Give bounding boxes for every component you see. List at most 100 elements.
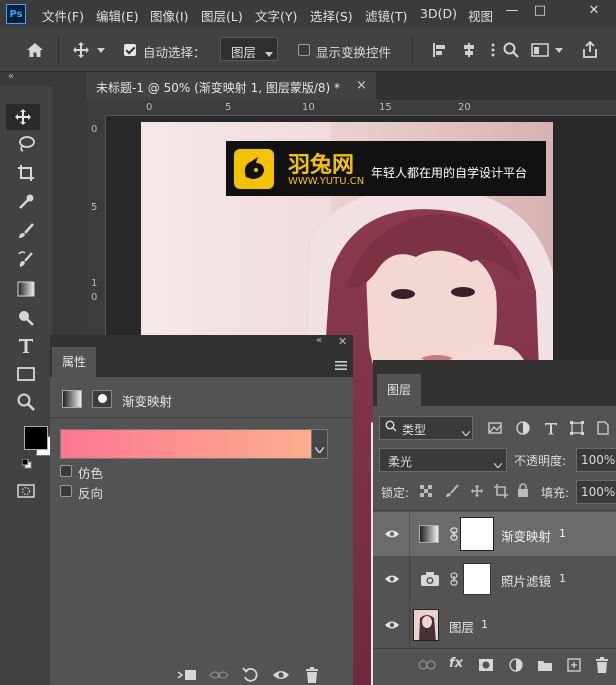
link-layers-icon[interactable] [417, 658, 437, 672]
align-center-icon[interactable] [460, 40, 478, 60]
reverse-checkbox[interactable] [60, 485, 72, 497]
type-tool-icon[interactable] [14, 334, 38, 358]
foreground-color-swatch[interactable] [24, 426, 48, 450]
show-transform-label: 显示变换控件 [316, 45, 392, 60]
gradient-preview[interactable] [60, 429, 312, 459]
visibility-eye-icon[interactable] [383, 618, 401, 632]
view-previous-state-icon[interactable] [208, 667, 230, 683]
document-tab[interactable]: 未标题-1 @ 50% (渐变映射 1, 图层蒙版/8) * × [86, 72, 376, 100]
photo-thumbnail[interactable] [413, 609, 439, 641]
trash-icon[interactable] [302, 666, 322, 684]
lock-transparent-icon[interactable] [419, 484, 433, 498]
adjustment-title: 渐变映射 [122, 394, 173, 409]
reset-icon[interactable] [240, 666, 260, 684]
filter-adjustment-icon[interactable] [515, 420, 531, 436]
layer-mask-icon[interactable] [92, 390, 112, 408]
lock-position-icon[interactable] [469, 483, 485, 499]
share-icon[interactable] [580, 39, 600, 61]
crop-icon[interactable] [14, 161, 38, 185]
home-icon[interactable] [24, 40, 46, 60]
fill-input[interactable]: 100% [576, 480, 616, 504]
close-panel-icon[interactable]: ✕ [338, 335, 347, 348]
filter-smart-object-icon[interactable] [595, 420, 611, 436]
panel-menu-icon[interactable] [334, 359, 348, 371]
menu-select[interactable]: 选择(S) [310, 6, 353, 25]
auto-select-target-dropdown[interactable]: 图层 [220, 37, 278, 61]
photoshop-logo-icon: Ps [6, 4, 26, 24]
collapse-icon[interactable]: « [8, 71, 14, 82]
menu-image[interactable]: 图像(I) [150, 6, 188, 25]
eyedropper-icon[interactable] [14, 190, 38, 214]
tab-properties[interactable]: 属性 [52, 347, 96, 377]
menu-type[interactable]: 文字(Y) [255, 6, 297, 25]
move-tool-icon[interactable] [6, 104, 40, 130]
trash-icon[interactable] [593, 656, 611, 674]
ruler-label: 0 [91, 124, 98, 135]
new-group-icon[interactable] [536, 657, 554, 673]
search-icon[interactable] [502, 40, 520, 60]
layer-filter-dropdown[interactable]: 类型 [379, 416, 473, 440]
lasso-icon[interactable] [14, 132, 38, 156]
dodge-icon[interactable] [14, 306, 38, 330]
yutu-logo-icon [234, 149, 274, 189]
visibility-eye-icon[interactable] [270, 667, 292, 683]
zoom-icon[interactable] [14, 390, 38, 414]
gradient-tool-icon[interactable] [14, 277, 38, 301]
new-adjustment-icon[interactable] [507, 657, 525, 673]
close-window-button[interactable]: ✕ [576, 0, 612, 24]
show-transform-checkbox[interactable] [298, 44, 310, 56]
menu-3d[interactable]: 3D(D) [420, 6, 457, 21]
menu-file[interactable]: 文件(F) [42, 6, 84, 25]
new-layer-icon[interactable] [565, 657, 583, 673]
layer-row[interactable]: 渐变映射 1 [373, 512, 616, 556]
visibility-eye-icon[interactable] [383, 572, 401, 586]
align-left-icon[interactable] [430, 40, 448, 60]
divider [373, 510, 616, 511]
dither-checkbox[interactable] [60, 465, 72, 477]
chevron-down-icon[interactable] [554, 46, 564, 54]
maximize-button[interactable]: □ [522, 0, 558, 24]
tab-layers[interactable]: 图层 [377, 374, 421, 406]
move-tool-icon[interactable] [70, 39, 92, 61]
clip-to-layer-icon[interactable] [176, 667, 198, 683]
fx-icon[interactable]: fx [449, 656, 463, 671]
gradient-dropdown-button[interactable] [312, 429, 328, 459]
filter-type-icon[interactable] [543, 420, 559, 436]
layer-row[interactable]: 图层 1 [373, 603, 616, 647]
menu-edit[interactable]: 编辑(E) [96, 6, 139, 25]
blend-mode-dropdown[interactable]: 柔光 [379, 448, 507, 472]
horizontal-ruler[interactable]: 0 5 10 15 20 [106, 100, 616, 116]
more-options-icon[interactable] [486, 40, 500, 60]
history-brush-icon[interactable] [14, 248, 38, 272]
chevron-down-icon[interactable] [96, 46, 106, 54]
close-tab-icon[interactable]: × [356, 78, 367, 93]
properties-panel-header: « ✕ 属性 [50, 335, 353, 377]
layer-mask-thumbnail[interactable] [463, 563, 491, 595]
ruler-corner [86, 100, 106, 116]
filter-pixel-icon[interactable] [487, 420, 503, 436]
add-mask-icon[interactable] [477, 657, 495, 673]
filter-shape-icon[interactable] [569, 420, 585, 436]
layer-row[interactable]: 照片滤镜 1 [373, 557, 616, 601]
lock-all-icon[interactable] [516, 482, 530, 498]
layer-mask-thumbnail[interactable] [461, 518, 493, 550]
link-icon[interactable] [449, 572, 459, 586]
quick-mask-icon[interactable] [17, 484, 35, 498]
rectangle-tool-icon[interactable] [14, 362, 38, 386]
default-colors-icon[interactable] [21, 458, 32, 469]
lock-pixels-icon[interactable] [444, 483, 460, 499]
watermark-url: WWW.YUTU.CN [288, 176, 365, 187]
visibility-eye-icon[interactable] [383, 527, 401, 541]
link-icon[interactable] [449, 527, 459, 541]
menu-view[interactable]: 视图 [468, 6, 493, 25]
menu-filter[interactable]: 滤镜(T) [365, 6, 407, 25]
brush-icon[interactable] [14, 219, 38, 243]
menu-layer[interactable]: 图层(L) [201, 6, 243, 25]
gradient-map-icon[interactable] [62, 390, 82, 408]
auto-select-checkbox[interactable] [124, 44, 136, 56]
opacity-input[interactable]: 100% [576, 448, 616, 472]
collapse-icon[interactable]: « [316, 335, 322, 346]
lock-artboard-icon[interactable] [493, 483, 509, 499]
workspace-icon[interactable] [530, 40, 550, 60]
layer-name: 图层 [449, 620, 475, 635]
